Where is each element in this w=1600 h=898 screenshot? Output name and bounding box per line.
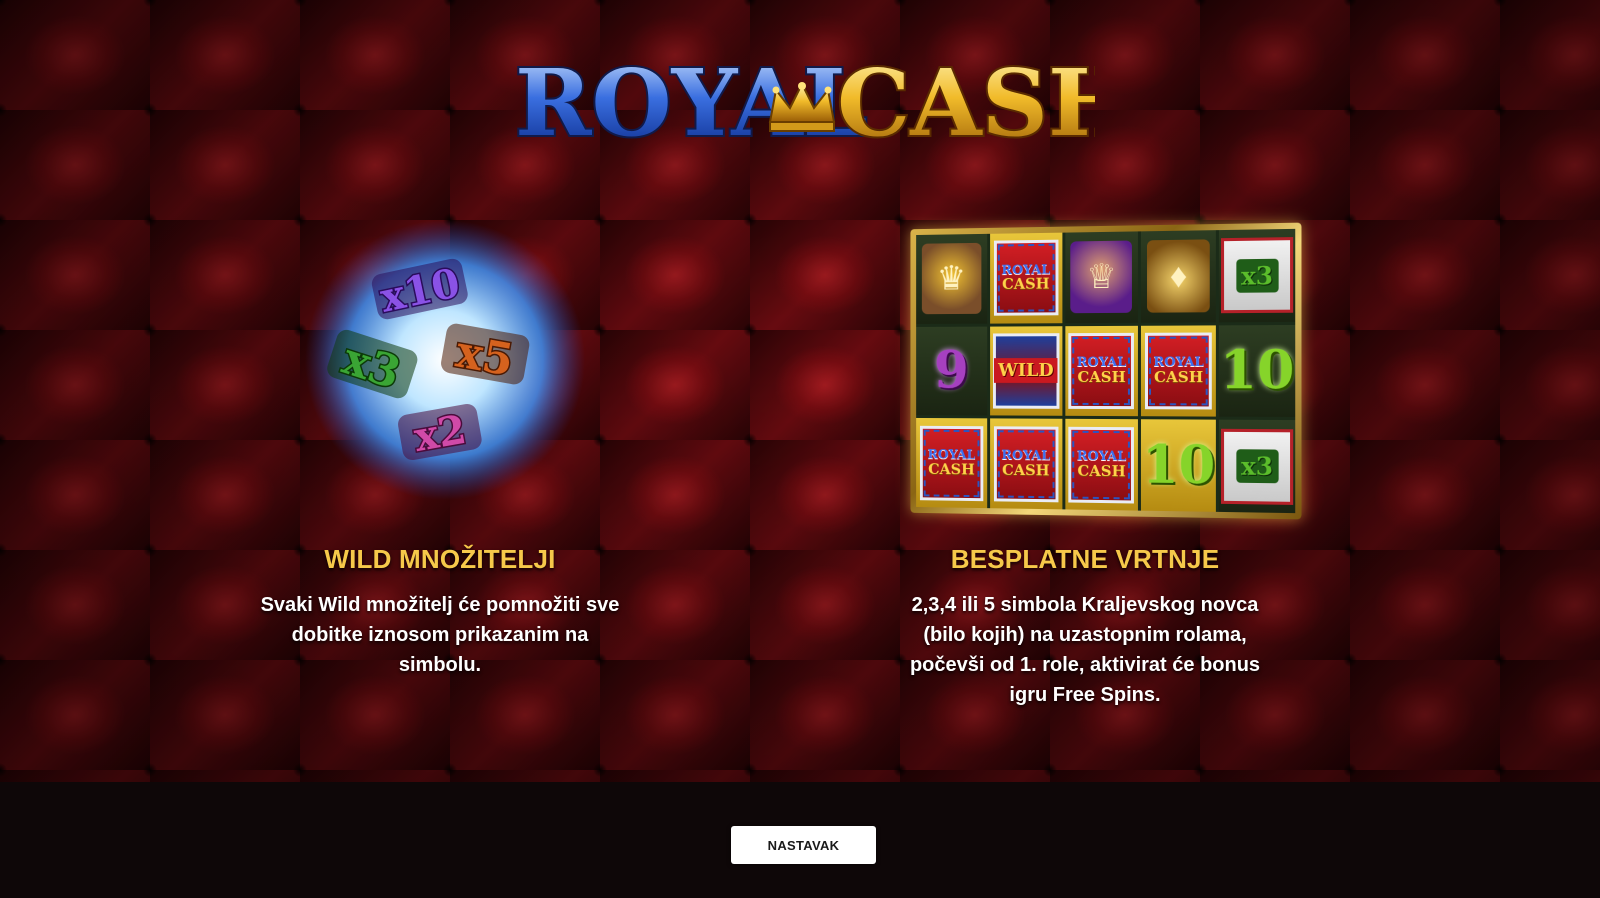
- reel-cell: ROYAL CASH: [989, 232, 1062, 324]
- reel-cells: ♛ ROYAL CASH ♕ ♦ x3 9 WILD ROYAL CASH RO…: [916, 228, 1296, 514]
- symbol-label: WILD: [994, 358, 1058, 384]
- money-bag-icon: ♦: [1169, 257, 1188, 296]
- nine-symbol: 9: [934, 340, 969, 401]
- jester-symbol: ♛: [921, 243, 982, 315]
- reel-cell: ROYAL CASH: [989, 418, 1062, 510]
- queen-icon: ♕: [1086, 258, 1117, 297]
- ten-symbol: 10: [1219, 339, 1295, 402]
- game-logo: ROYAL CASH: [505, 30, 1095, 165]
- reel-cell: ROYAL CASH: [1141, 325, 1217, 417]
- free-spins-title: BESPLATNE VRTNJE: [950, 544, 1220, 574]
- logo-word-royal: ROYAL: [515, 49, 867, 157]
- reel-cell: x3: [1219, 228, 1296, 322]
- symbol-label: x3: [1235, 449, 1279, 484]
- game-info-screen: ROYAL CASH x10 x3 x5 x2 ♛ ROYAL CASH ♕ ♦…: [0, 0, 1600, 898]
- symbol-label: CASH: [928, 459, 975, 478]
- svg-text:x2: x2: [411, 406, 470, 461]
- logo-word-cash: CASH: [837, 49, 1095, 157]
- reel-cell: WILD: [989, 325, 1062, 417]
- jester-icon: ♛: [936, 260, 967, 298]
- symbol-label: CASH: [1002, 460, 1050, 479]
- royal-cash-symbol: ROYAL CASH: [919, 425, 984, 501]
- royal-cash-symbol: ROYAL CASH: [1068, 426, 1135, 504]
- reel-cell: x3: [1219, 419, 1296, 514]
- wild-symbol: WILD: [992, 333, 1060, 409]
- reel-cell: 10: [1141, 419, 1217, 512]
- wild-multipliers-illustration: x10 x3 x5 x2: [300, 215, 590, 505]
- royal-cash-symbol: ROYAL CASH: [1145, 332, 1213, 410]
- reel-cell: ♕: [1064, 231, 1139, 323]
- symbol-label: CASH: [1002, 274, 1050, 294]
- multiplier-x3-symbol: x3: [1221, 237, 1294, 314]
- reel-grid-illustration: ♛ ROYAL CASH ♕ ♦ x3 9 WILD ROYAL CASH RO…: [910, 222, 1302, 520]
- ten-symbol: 10: [1142, 433, 1216, 497]
- reel-cell: ♦: [1141, 230, 1217, 323]
- royal-cash-logo: ROYAL CASH: [513, 47, 1095, 159]
- reel-cell: ROYAL CASH: [1064, 419, 1139, 511]
- queen-symbol: ♕: [1070, 240, 1133, 314]
- continue-button[interactable]: NASTAVAK: [731, 826, 876, 864]
- wild-multipliers-title: WILD MNOŽITELJI: [324, 544, 556, 574]
- royal-cash-symbol: ROYAL CASH: [993, 425, 1059, 502]
- royal-cash-symbol: ROYAL CASH: [993, 239, 1059, 317]
- symbol-label: CASH: [1077, 461, 1126, 480]
- symbol-label: x3: [1235, 258, 1279, 293]
- symbol-label: CASH: [1154, 367, 1204, 387]
- svg-text:x5: x5: [452, 326, 517, 386]
- reel-cell: ♛: [916, 233, 987, 324]
- reel-cell: 9: [916, 326, 987, 416]
- reel-cell: ROYAL CASH: [916, 418, 987, 509]
- reel-cell: ROYAL CASH: [1064, 325, 1139, 417]
- multiplier-x3-symbol: x3: [1221, 428, 1294, 505]
- money-bags-symbol: ♦: [1147, 239, 1211, 314]
- free-spins-description: 2,3,4 ili 5 simbola Kraljevskog novca (b…: [909, 594, 1261, 706]
- symbol-label: CASH: [1077, 367, 1126, 386]
- reel-cell: 10: [1219, 324, 1296, 418]
- royal-cash-symbol: ROYAL CASH: [1068, 332, 1135, 410]
- wild-multipliers-description: Svaki Wild množitelj će pomnožiti sve do…: [260, 594, 620, 676]
